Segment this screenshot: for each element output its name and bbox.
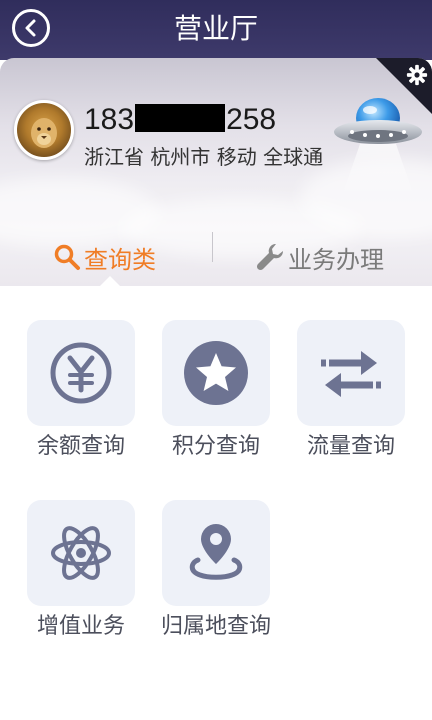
lion-avatar-icon — [31, 118, 57, 148]
tab-business[interactable]: 业务办理 — [254, 228, 384, 286]
location-info: 浙江省 杭州市 移动 全球通 — [84, 145, 324, 169]
yen-coin-icon — [50, 342, 112, 404]
atom-icon — [51, 526, 111, 580]
tile-value-added[interactable]: 增值业务 — [13, 500, 149, 642]
tile-label: 余额查询 — [36, 434, 125, 459]
page-title: 营业厅 — [173, 12, 258, 45]
phone-number: 183 258 — [84, 102, 276, 138]
tab-indicator — [100, 276, 120, 286]
tile-icon-box — [297, 320, 405, 426]
tile-balance-query[interactable]: 余额查询 — [13, 320, 149, 462]
search-icon — [54, 244, 80, 270]
tile-data-query[interactable]: 流量查询 — [283, 320, 419, 462]
tile-points-query[interactable]: 积分查询 — [148, 320, 284, 462]
tile-icon-box — [162, 320, 270, 426]
tile-label: 增值业务 — [36, 614, 125, 639]
profile-card: 183 258 浙江省 杭州市 移动 全球通 查询类 业务办理 — [0, 58, 432, 286]
service-grid: 余额查询 积分查询 流量查询 增值业务 归属地查询 — [0, 286, 432, 720]
tile-label: 归属地查询 — [160, 614, 271, 639]
star-badge-icon — [184, 341, 248, 405]
phone-redaction — [135, 104, 226, 132]
top-bar: 营业厅 — [0, 0, 432, 60]
avatar[interactable] — [14, 100, 74, 160]
tile-icon-box — [162, 500, 270, 606]
tile-label: 积分查询 — [171, 434, 260, 459]
tile-icon-box — [27, 500, 135, 606]
transfer-arrows-icon — [321, 351, 381, 397]
tile-icon-box — [27, 320, 135, 426]
location-pin-icon — [189, 524, 243, 580]
gear-icon — [406, 64, 428, 86]
tab-business-label: 业务办理 — [288, 245, 384, 274]
phone-suffix: 258 — [226, 103, 277, 136]
tab-divider — [212, 232, 213, 262]
ufo-icon — [334, 98, 422, 196]
tile-region-query[interactable]: 归属地查询 — [148, 500, 284, 642]
tab-bar: 查询类 业务办理 — [0, 228, 432, 286]
wrench-icon — [256, 243, 284, 271]
phone-prefix: 183 — [84, 103, 135, 136]
tab-query-label: 查询类 — [84, 245, 156, 274]
tile-label: 流量查询 — [306, 434, 395, 459]
